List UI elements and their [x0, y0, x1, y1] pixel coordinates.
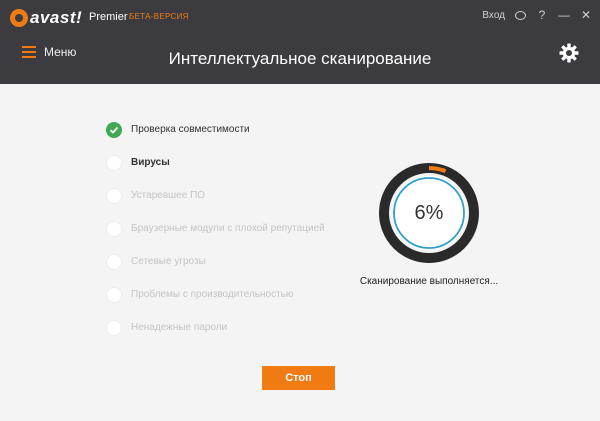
- scan-step-label: Проблемы с производительностью: [131, 289, 294, 300]
- signin-link[interactable]: Вход: [482, 10, 505, 21]
- scan-step: Вирусы: [106, 146, 325, 179]
- scan-step-label: Ненадежные пароли: [131, 322, 228, 333]
- title-bar: avast! Premier БЕТА-ВЕРСИЯ Вход ? — ✕: [0, 0, 600, 35]
- scan-step: Устаревшее ПО: [106, 179, 325, 212]
- scan-step: Проверка совместимости: [106, 113, 325, 146]
- scan-status: Сканирование выполняется...: [359, 276, 499, 287]
- scan-step-label: Вирусы: [131, 157, 170, 168]
- scan-step: Ненадежные пароли: [106, 311, 325, 344]
- scan-steps-list: Проверка совместимости Вирусы Устаревшее П…: [106, 113, 325, 344]
- step-dot-icon: [106, 319, 122, 336]
- product-name: Premier: [89, 11, 128, 23]
- progress-percent: 6%: [414, 201, 444, 224]
- step-dot-icon: [106, 253, 122, 270]
- step-dot-icon: [106, 154, 122, 171]
- gear-icon[interactable]: [559, 43, 579, 63]
- check-icon: [106, 121, 122, 138]
- scan-step-label: Сетевые угрозы: [131, 256, 206, 267]
- scan-step-label: Браузерные модули с плохой репутацией: [131, 223, 325, 234]
- beta-badge: БЕТА-ВЕРСИЯ: [129, 12, 189, 21]
- step-dot-icon: [106, 220, 122, 237]
- step-dot-icon: [106, 187, 122, 204]
- logo-text: avast!: [30, 8, 83, 27]
- avast-logo: avast!: [10, 7, 82, 29]
- step-dot-icon: [106, 286, 122, 303]
- chat-icon[interactable]: [515, 10, 526, 20]
- avast-logo-icon: [10, 9, 28, 27]
- page-title: Интеллектуальное сканирование: [168, 49, 432, 68]
- stop-button[interactable]: Стоп: [262, 366, 335, 390]
- scan-step-label: Проверка совместимости: [131, 124, 250, 135]
- titlebar-controls: Вход ? — ✕: [482, 9, 592, 21]
- scan-step: Сетевые угрозы: [106, 245, 325, 278]
- minimize-button[interactable]: —: [558, 9, 570, 21]
- scan-step: Браузерные модули с плохой репутацией: [106, 212, 325, 245]
- scan-step-label: Устаревшее ПО: [131, 190, 206, 201]
- scan-step: Проблемы с производительностью: [106, 278, 325, 311]
- help-button[interactable]: ?: [536, 9, 548, 21]
- close-button[interactable]: ✕: [580, 9, 592, 21]
